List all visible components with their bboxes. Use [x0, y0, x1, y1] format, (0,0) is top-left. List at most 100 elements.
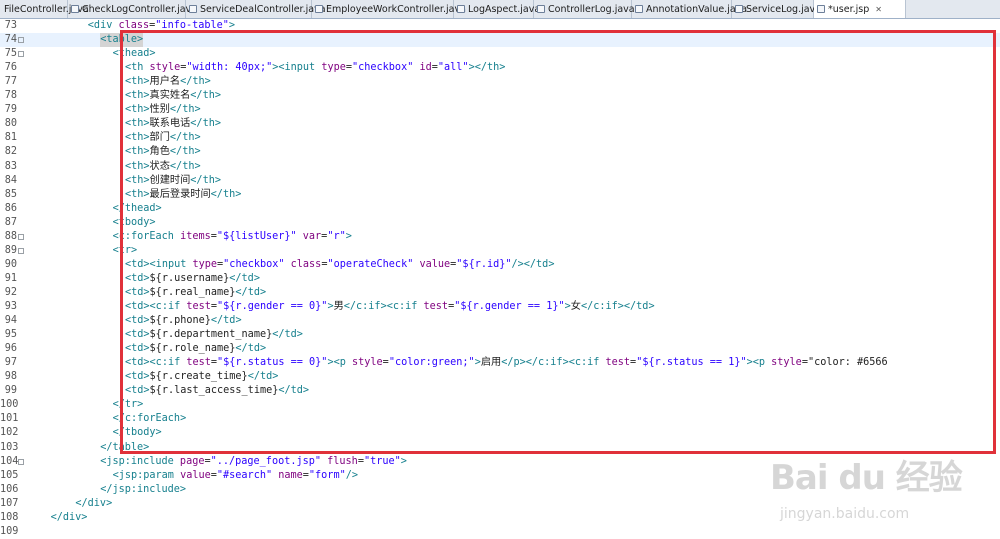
code-line[interactable]: 101 </c:forEach>: [0, 412, 1000, 426]
fold-marker-icon[interactable]: [18, 458, 24, 465]
code-line[interactable]: 88 <c:forEach items="${listUser}" var="r"…: [0, 230, 1000, 244]
tab-label: ServiceDealController.java: [200, 3, 326, 15]
line-number: 89: [4, 244, 17, 256]
code-line[interactable]: 76 <th style="width: 40px;"><input type="…: [0, 61, 1000, 75]
java-file-icon: [735, 5, 743, 13]
code-line[interactable]: 77 <th>用户名</th>: [0, 75, 1000, 89]
tab-user-jsp[interactable]: *user.jsp ✕: [814, 0, 906, 18]
code-line[interactable]: 102 </tbody>: [0, 426, 1000, 440]
code-text: <th>真实姓名</th>: [125, 90, 221, 102]
code-line[interactable]: 105 <jsp:param value="#search" name="form…: [0, 469, 1000, 483]
editor-tab-bar: FileController.java CheckLogController.ja…: [0, 0, 1000, 19]
code-line[interactable]: 98 <td>${r.create_time}</td>: [0, 370, 1000, 384]
code-line[interactable]: 73 <div class="info-table">: [0, 19, 1000, 33]
code-text: </table>: [100, 441, 150, 453]
code-line[interactable]: 89 <tr>: [0, 244, 1000, 258]
code-text: <th>联系电话</th>: [125, 118, 221, 130]
code-line[interactable]: 84 <th>创建时间</th>: [0, 174, 1000, 188]
code-line[interactable]: 80 <th>联系电话</th>: [0, 117, 1000, 131]
java-file-icon: [635, 5, 643, 13]
code-line[interactable]: 85 <th>最后登录时间</th>: [0, 188, 1000, 202]
fold-marker-icon[interactable]: [18, 51, 24, 58]
code-line[interactable]: 99 <td>${r.last_access_time}</td>: [0, 384, 1000, 398]
code-line[interactable]: 100 </tr>: [0, 398, 1000, 412]
java-file-icon: [457, 5, 465, 13]
line-number: 101: [0, 413, 19, 425]
line-number: 82: [4, 146, 17, 158]
java-file-icon: [315, 5, 323, 13]
line-number: 84: [4, 174, 17, 186]
java-file-icon: [71, 5, 79, 13]
code-line[interactable]: 106 </jsp:include>: [0, 483, 1000, 497]
code-text: </tbody>: [112, 427, 162, 439]
code-line[interactable]: 83 <th>状态</th>: [0, 160, 1000, 174]
line-number: 106: [0, 483, 19, 495]
line-number: 98: [4, 371, 17, 383]
tab-checklogcontroller-java[interactable]: CheckLogController.java: [68, 0, 197, 18]
line-number: 90: [4, 258, 17, 270]
code-line[interactable]: 81 <th>部门</th>: [0, 131, 1000, 145]
line-number: 100: [0, 399, 19, 411]
fold-marker-icon[interactable]: [18, 233, 24, 240]
fold-marker-icon[interactable]: [18, 37, 24, 44]
code-text: </thead>: [112, 202, 162, 214]
tab-servicedealcontroller-java[interactable]: ServiceDealController.java: [186, 0, 326, 18]
code-text: <td><c:if test="${r.gender == 0}">男</c:i…: [125, 301, 655, 312]
code-line[interactable]: 91 <td>${r.username}</td>: [0, 272, 1000, 286]
code-text: <div class="info-table">: [87, 20, 236, 31]
code-line[interactable]: 74 <table>: [0, 33, 1000, 48]
line-number: 96: [4, 343, 17, 355]
code-line[interactable]: 97 <td><c:if test="${r.status == 0}"><p s…: [0, 356, 1000, 370]
line-number: 81: [4, 132, 17, 144]
code-text: <td>${r.username}</td>: [125, 272, 260, 284]
code-line[interactable]: 78 <th>真实姓名</th>: [0, 89, 1000, 103]
java-file-icon: [189, 5, 197, 13]
tab-annotationvalue-java[interactable]: AnnotationValue.java: [632, 0, 747, 18]
jsp-file-icon: [817, 5, 825, 13]
code-line[interactable]: 92 <td>${r.real_name}</td>: [0, 286, 1000, 300]
tab-employeeworkcontroller-java[interactable]: EmployeeWorkController.java: [312, 0, 466, 18]
code-line[interactable]: 107 </div>: [0, 497, 1000, 511]
code-text: <th>性别</th>: [125, 104, 201, 116]
line-number: 99: [4, 385, 17, 397]
line-number: 88: [4, 230, 17, 242]
code-text: </c:forEach>: [112, 413, 187, 425]
line-number: 105: [0, 469, 19, 481]
tab-label: EmployeeWorkController.java: [326, 3, 466, 15]
code-text: </div>: [75, 497, 113, 509]
code-line[interactable]: 109: [0, 525, 1000, 539]
code-line[interactable]: 86 </thead>: [0, 202, 1000, 216]
code-line[interactable]: 95 <td>${r.department_name}</td>: [0, 328, 1000, 342]
code-line[interactable]: 75 <thead>: [0, 47, 1000, 61]
code-line[interactable]: 94 <td>${r.phone}</td>: [0, 314, 1000, 328]
tab-label: LogAspect.java: [468, 3, 541, 15]
code-text: <th>最后登录时间</th>: [125, 188, 242, 200]
code-line[interactable]: 96 <td>${r.role_name}</td>: [0, 342, 1000, 356]
close-tab-icon[interactable]: ✕: [875, 5, 882, 14]
code-text: </jsp:include>: [100, 483, 187, 495]
line-number: 108: [0, 511, 19, 523]
code-line[interactable]: 79 <th>性别</th>: [0, 103, 1000, 117]
code-line[interactable]: 82 <th>角色</th>: [0, 145, 1000, 159]
tab-servicelog-java[interactable]: ServiceLog.java: [732, 0, 821, 18]
fold-marker-icon[interactable]: [18, 247, 24, 254]
code-text: <td>${r.create_time}</td>: [125, 371, 279, 383]
line-number: 107: [0, 497, 19, 509]
code-line[interactable]: 103 </table>: [0, 441, 1000, 455]
code-text: <td>${r.last_access_time}</td>: [125, 385, 310, 397]
code-line[interactable]: 90 <td><input type="checkbox" class="oper…: [0, 258, 1000, 272]
code-line[interactable]: 87 <tbody>: [0, 216, 1000, 230]
code-editor[interactable]: 73 <div class="info-table"> 74 <table> 75 <th…: [0, 19, 1000, 537]
tab-logaspect-java[interactable]: LogAspect.java: [454, 0, 540, 18]
code-text: <thead>: [112, 48, 156, 60]
line-number: 85: [4, 188, 17, 200]
tab-filecontroller-java[interactable]: FileController.java: [0, 0, 89, 18]
line-number: 95: [4, 329, 17, 341]
tab-label: ControllerLog.java: [548, 3, 635, 15]
line-number: 76: [4, 62, 17, 74]
tab-controllerlog-java[interactable]: ControllerLog.java: [534, 0, 635, 18]
code-line[interactable]: 108 </div>: [0, 511, 1000, 525]
code-line[interactable]: 104 <jsp:include page="../page_foot.jsp" …: [0, 455, 1000, 469]
code-line[interactable]: 93 <td><c:if test="${r.gender == 0}">男</c…: [0, 300, 1000, 314]
line-number: 97: [4, 357, 17, 369]
